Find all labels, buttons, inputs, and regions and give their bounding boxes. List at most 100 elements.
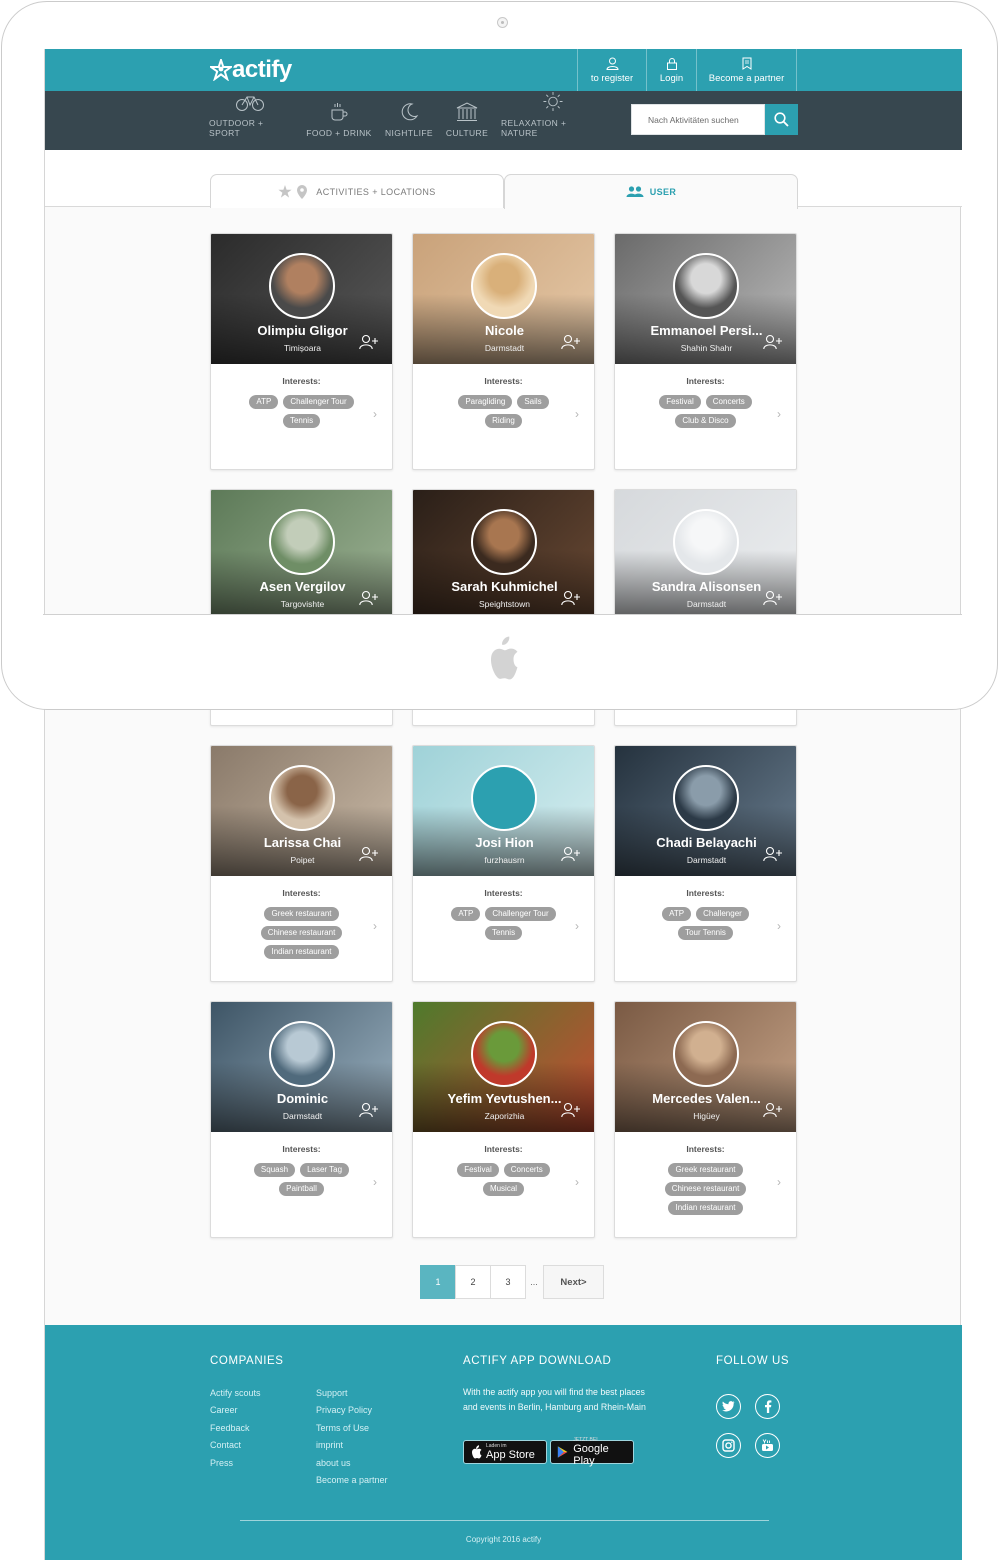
footer-link[interactable]: Terms of Use <box>316 1423 369 1433</box>
add-friend-icon[interactable] <box>763 334 783 350</box>
interest-tag[interactable]: Concerts <box>503 1163 550 1177</box>
interest-tag[interactable]: Laser Tag <box>300 1163 350 1177</box>
add-friend-icon[interactable] <box>763 846 783 862</box>
footer-link[interactable]: Become a partner <box>316 1475 388 1485</box>
chevron-right-icon[interactable]: › <box>575 919 579 933</box>
interest-tag[interactable]: Musical <box>482 1182 525 1196</box>
user-card[interactable]: Dominic Darmstadt Interests: Squash Laser Ta… <box>210 1001 393 1238</box>
footer-link[interactable]: Career <box>210 1405 238 1415</box>
interests-label: Interests: <box>282 1144 321 1154</box>
interest-tag[interactable]: Chinese restaurant <box>260 926 343 940</box>
app-store-badge[interactable]: Laden im App Store <box>463 1440 547 1464</box>
avatar[interactable] <box>471 509 537 575</box>
interest-tag[interactable]: Greek restaurant <box>264 907 339 921</box>
ipad-mockup: actify to register Login Become a partne… <box>0 0 1000 1560</box>
interest-tag[interactable]: Greek restaurant <box>668 1163 743 1177</box>
footer: COMPANIES Actify scouts Career Feedback … <box>45 1325 962 1560</box>
chevron-right-icon[interactable]: › <box>777 919 781 933</box>
add-friend-icon[interactable] <box>359 1102 379 1118</box>
avatar[interactable] <box>673 509 739 575</box>
add-friend-icon[interactable] <box>763 590 783 606</box>
footer-link[interactable]: Contact <box>210 1440 241 1450</box>
footer-link[interactable]: imprint <box>316 1440 343 1450</box>
add-friend-icon[interactable] <box>561 1102 581 1118</box>
user-card[interactable]: Yefim Yevtushen... Zaporizhia Interests: Fe… <box>412 1001 595 1238</box>
interest-tag[interactable]: Chinese restaurant <box>664 1182 747 1196</box>
avatar[interactable] <box>269 509 335 575</box>
add-friend-icon[interactable] <box>763 1102 783 1118</box>
chevron-right-icon[interactable]: › <box>373 1175 377 1189</box>
user-card[interactable]: Josi Hion furzhausrn Interests: ATP Challeng… <box>412 745 595 982</box>
interest-tag[interactable]: Festival <box>457 1163 499 1177</box>
page-1-button[interactable]: 1 <box>420 1265 456 1299</box>
page-2-button[interactable]: 2 <box>455 1265 491 1299</box>
page-3-button[interactable]: 3 <box>490 1265 526 1299</box>
interest-tags: Greek restaurant Chinese restaurant Indian… <box>237 907 367 959</box>
google-play-icon <box>557 1446 568 1458</box>
footer-divider <box>240 1520 769 1521</box>
apple-icon <box>472 1445 482 1459</box>
interests-label: Interests: <box>484 1144 523 1154</box>
interest-tag[interactable]: ATP <box>451 907 481 921</box>
youtube-icon[interactable] <box>755 1433 780 1458</box>
appstore-big-text: App Store <box>486 1449 535 1461</box>
interest-tags: Festival Concerts Musical <box>439 1163 569 1196</box>
googleplay-big-text: Google Play <box>573 1443 609 1467</box>
chevron-right-icon[interactable]: › <box>575 1175 579 1189</box>
add-friend-icon[interactable] <box>359 846 379 862</box>
interest-tags: Greek restaurant Chinese restaurant Indian… <box>641 1163 771 1215</box>
follow-us-title: FOLLOW US <box>716 1355 790 1367</box>
interests-label: Interests: <box>484 888 523 898</box>
avatar[interactable] <box>673 765 739 831</box>
avatar[interactable] <box>471 1021 537 1087</box>
pagination-ellipsis: ... <box>530 1277 538 1287</box>
user-cover-image: Mercedes Valen... Higüey <box>615 1002 796 1132</box>
add-friend-icon[interactable] <box>359 590 379 606</box>
instagram-icon[interactable] <box>716 1433 741 1458</box>
interest-tag[interactable]: ATP <box>662 907 692 921</box>
add-friend-icon[interactable] <box>359 334 379 350</box>
apple-logo-icon <box>490 636 518 680</box>
interest-tag[interactable]: Indian restaurant <box>264 945 339 959</box>
avatar[interactable] <box>673 1021 739 1087</box>
interest-tag[interactable]: Challenger Tour <box>485 907 556 921</box>
google-play-badge[interactable]: JETZT BEI Google Play <box>550 1437 634 1467</box>
avatar[interactable] <box>471 253 537 319</box>
footer-link[interactable]: about us <box>316 1458 351 1468</box>
interests-label: Interests: <box>686 888 725 898</box>
avatar[interactable] <box>673 253 739 319</box>
interest-tag[interactable]: Squash <box>253 1163 296 1177</box>
interest-tag[interactable]: Tour Tennis <box>678 926 733 940</box>
twitter-glyph <box>722 1401 735 1412</box>
add-friend-icon[interactable] <box>561 846 581 862</box>
interest-tag[interactable]: Challenger <box>696 907 749 921</box>
twitter-icon[interactable] <box>716 1394 741 1419</box>
user-cover-image: Larissa Chai Poipet <box>211 746 392 876</box>
footer-link[interactable]: Actify scouts <box>210 1388 261 1398</box>
interest-tags: Squash Laser Tag Paintball <box>237 1163 367 1196</box>
avatar[interactable] <box>269 765 335 831</box>
chevron-right-icon[interactable]: › <box>373 919 377 933</box>
user-card[interactable]: Mercedes Valen... Higüey Interests: Greek r… <box>614 1001 797 1238</box>
next-page-button[interactable]: Next> <box>543 1265 604 1299</box>
avatar[interactable] <box>269 253 335 319</box>
add-friend-icon[interactable] <box>561 334 581 350</box>
app-description: With the actify app you will find the be… <box>463 1387 646 1412</box>
avatar[interactable] <box>471 765 537 831</box>
interest-tag[interactable]: Tennis <box>484 926 523 940</box>
copyright: Copyright 2016 actify <box>465 1535 542 1544</box>
user-card[interactable]: Larissa Chai Poipet Interests: Greek restau… <box>210 745 393 982</box>
chevron-right-icon[interactable]: › <box>777 1175 781 1189</box>
footer-link[interactable]: Support <box>316 1388 348 1398</box>
footer-link[interactable]: Privacy Policy <box>316 1405 372 1415</box>
interest-tag[interactable]: Indian restaurant <box>668 1201 743 1215</box>
interest-tags: ATP Challenger Tour Tennis <box>439 907 569 940</box>
add-friend-icon[interactable] <box>561 590 581 606</box>
footer-link[interactable]: Press <box>210 1458 233 1468</box>
interest-tag[interactable]: Paintball <box>279 1182 324 1196</box>
avatar[interactable] <box>269 1021 335 1087</box>
interest-tags: ATP Challenger Tour Tennis <box>641 907 771 940</box>
footer-link[interactable]: Feedback <box>210 1423 250 1433</box>
user-card[interactable]: Chadi Belayachi Darmstadt Interests: ATP Cha… <box>614 745 797 982</box>
facebook-icon[interactable] <box>755 1394 780 1419</box>
